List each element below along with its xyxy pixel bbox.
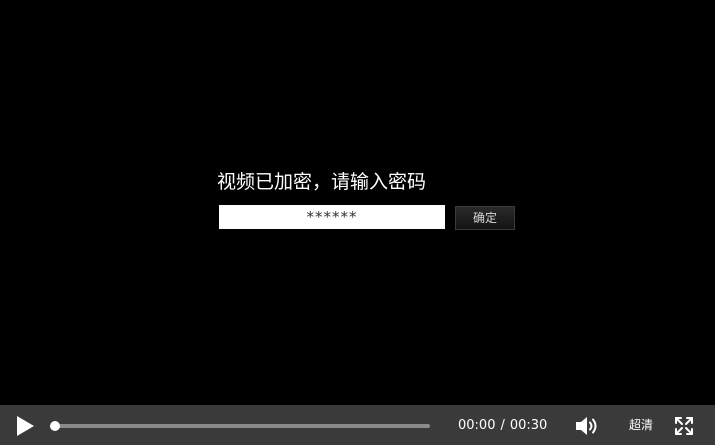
- current-time: 00:00: [458, 418, 496, 433]
- volume-icon: [576, 417, 597, 435]
- player-control-bar: 00:00 / 00:30 超清: [0, 405, 715, 445]
- progress-bar[interactable]: [50, 421, 430, 431]
- fullscreen-button[interactable]: [675, 417, 693, 435]
- quality-selector[interactable]: 超清: [629, 417, 653, 434]
- time-separator: /: [500, 418, 505, 433]
- progress-handle[interactable]: [50, 421, 60, 431]
- play-button[interactable]: [12, 414, 36, 438]
- password-input[interactable]: [219, 205, 445, 229]
- password-prompt-title: 视频已加密，请输入密码: [217, 171, 427, 193]
- fullscreen-icon: [675, 417, 693, 435]
- duration: 00:30: [509, 418, 548, 433]
- confirm-button[interactable]: 确定: [455, 206, 515, 230]
- video-area: 视频已加密，请输入密码 确定: [0, 0, 715, 405]
- time-display: 00:00 / 00:30: [458, 417, 547, 434]
- play-icon: [17, 416, 34, 436]
- volume-button[interactable]: [574, 414, 602, 438]
